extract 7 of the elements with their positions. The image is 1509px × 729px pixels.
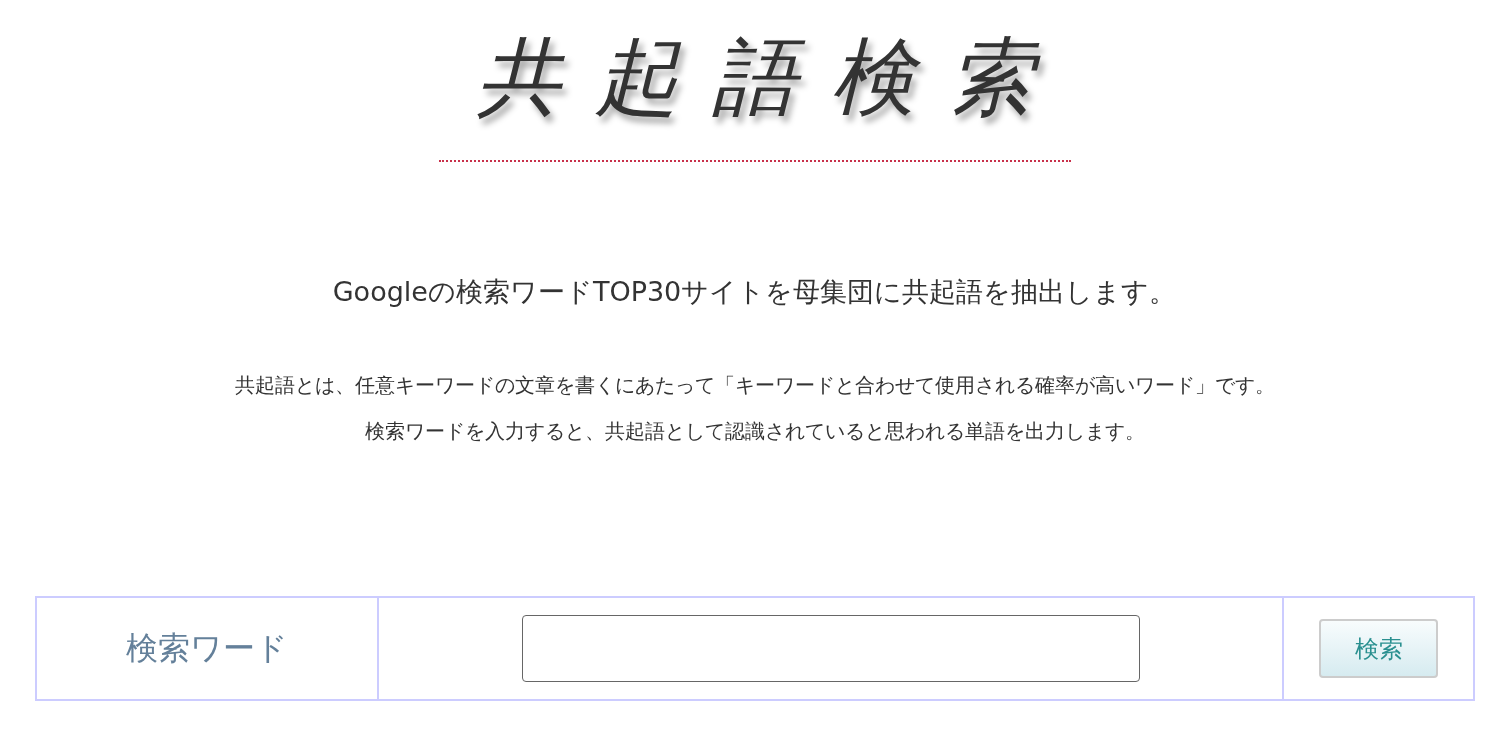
description-text: 検索ワードを入力すると、共起語として認識されていると思われる単語を出力します。 [363,418,1146,445]
description-text: 共起語とは、任意キーワードの文章を書くにあたって「キーワードと合わせて使用される確率が高いワード」です。 [233,372,1276,399]
headline: Googleの検索ワードTOP30サイトを母集団に共起語を抽出します。 [331,275,1178,309]
field-label: 検索ワード [126,627,288,669]
search-field[interactable] [521,615,1140,682]
logo: 共起語検索 [475,27,1067,128]
search-button[interactable]: 検索 [1319,619,1438,678]
